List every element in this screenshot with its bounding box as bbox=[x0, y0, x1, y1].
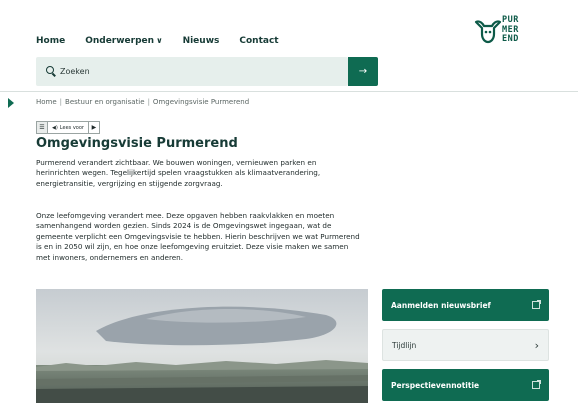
search-icon bbox=[46, 66, 54, 74]
external-link-icon bbox=[532, 300, 541, 309]
page-title: Omgevingsvisie Purmerend bbox=[36, 136, 238, 151]
breadcrumb-home[interactable]: Home bbox=[36, 98, 57, 106]
breadcrumb: Home | Bestuur en organisatie | Omgevingsvis… bbox=[36, 98, 249, 106]
logo-line: END bbox=[502, 34, 519, 44]
main-nav: Home Onderwerpen ∨ Nieuws Contact bbox=[36, 36, 279, 46]
newsletter-signup-label: Aanmelden nieuwsbrief bbox=[391, 300, 491, 310]
readspeaker-widget: ☰ ◀) Lees voor ▶ bbox=[36, 121, 100, 134]
intro-paragraph: Purmerend verandert zichtbaar. We bouwen… bbox=[36, 158, 321, 188]
purmerend-logo[interactable]: PUR MER END bbox=[474, 14, 570, 50]
cow-head-icon bbox=[474, 20, 502, 44]
search-input[interactable] bbox=[60, 63, 340, 80]
newsletter-signup-button[interactable]: Aanmelden nieuwsbrief bbox=[382, 289, 549, 321]
play-icon[interactable]: ▶ bbox=[89, 122, 99, 133]
chevron-down-icon: ∨ bbox=[156, 36, 163, 45]
read-aloud-button[interactable]: ◀) Lees voor bbox=[48, 122, 89, 133]
breadcrumb-current: Omgevingsvisie Purmerend bbox=[152, 98, 250, 106]
nav-item-onderwerpen[interactable]: Onderwerpen ∨ bbox=[85, 36, 162, 46]
nav-item-contact[interactable]: Contact bbox=[239, 36, 278, 46]
timeline-button[interactable]: Tijdlijn › bbox=[382, 329, 549, 361]
breadcrumb-separator: | bbox=[147, 98, 150, 106]
breadcrumb-bestuur[interactable]: Bestuur en organisatie bbox=[65, 98, 145, 106]
nav-item-label: Onderwerpen bbox=[85, 36, 155, 46]
search-submit-button[interactable]: → bbox=[348, 57, 378, 86]
search-bar bbox=[36, 57, 348, 86]
arrow-right-icon: → bbox=[358, 66, 368, 77]
nav-item-home[interactable]: Home bbox=[36, 36, 65, 46]
breadcrumb-separator: | bbox=[59, 98, 63, 106]
nav-item-nieuws[interactable]: Nieuws bbox=[183, 36, 220, 46]
timeline-label: Tijdlijn bbox=[392, 340, 417, 350]
external-link-icon bbox=[532, 380, 541, 389]
chevron-right-icon: › bbox=[534, 338, 539, 352]
header-divider bbox=[0, 91, 578, 92]
perspective-note-label: Perspectievennotitie bbox=[391, 380, 480, 390]
body-paragraph: Onze leefomgeving verandert mee. Deze op… bbox=[36, 211, 360, 262]
hero-image bbox=[36, 289, 368, 403]
side-indicator-icon bbox=[8, 98, 14, 108]
logo-wordmark: PUR MER END bbox=[502, 15, 519, 45]
menu-icon[interactable]: ☰ bbox=[37, 122, 48, 133]
read-aloud-label: Lees voor bbox=[59, 124, 84, 131]
speaker-icon: ◀) bbox=[52, 124, 58, 131]
perspective-note-button[interactable]: Perspectievennotitie bbox=[382, 369, 549, 401]
